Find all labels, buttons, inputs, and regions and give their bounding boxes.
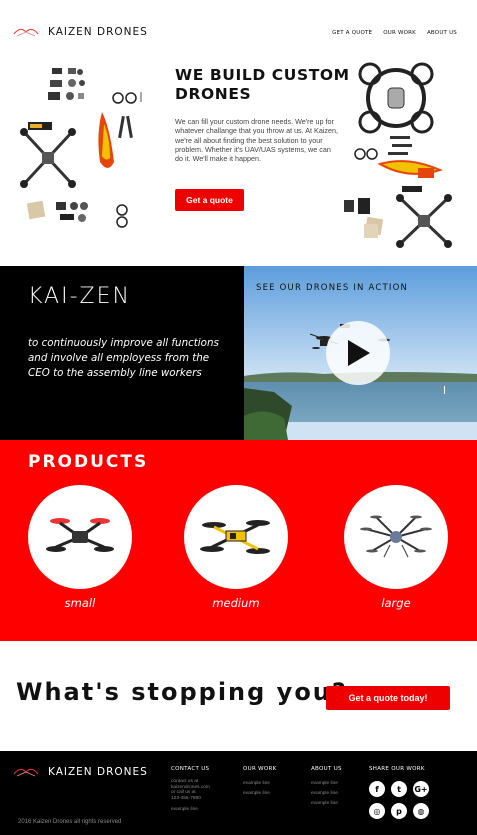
twitter-icon[interactable]: t: [391, 781, 407, 797]
footer-our-work-link[interactable]: example line: [243, 789, 277, 799]
pinterest-icon[interactable]: p: [391, 803, 407, 819]
footer-contact-link[interactable]: example line: [171, 805, 210, 815]
hero-description: We can fill your custom drone needs. We'…: [175, 117, 339, 164]
footer-share: SHARE OUR WORK: [369, 766, 425, 779]
copyright: 2016 Kaizen Drones all rights reserved: [18, 819, 122, 825]
kaizen-section: KAI-ZEN to continuously improve all func…: [0, 266, 244, 440]
product-large-label: large: [381, 596, 411, 610]
hero-title: WE BUILD CUSTOM DRONES: [175, 66, 350, 103]
medium-drone-image: [200, 520, 270, 554]
nav-get-a-quote[interactable]: GET A QUOTE: [332, 30, 372, 36]
nav-about-us[interactable]: ABOUT US: [427, 30, 457, 36]
product-large-card[interactable]: [344, 485, 448, 589]
drone-logo-icon: [13, 768, 39, 777]
get-a-quote-button[interactable]: Get a quote: [175, 189, 244, 211]
footer-logo[interactable]: KAIZEN DRONES: [12, 764, 148, 780]
footer-about-link[interactable]: example line: [311, 789, 342, 799]
large-drone-image: [360, 515, 432, 558]
kaizen-description: to continuously improve all functions an…: [28, 337, 219, 380]
drone-parts-image-left: [20, 68, 142, 228]
footer-about-link[interactable]: example line: [311, 799, 342, 809]
header: KAIZEN DRONES GET A QUOTE OUR WORK ABOUT…: [0, 0, 477, 62]
contact-line: 123-456-7890: [171, 795, 201, 801]
google-plus-icon[interactable]: G+: [413, 781, 429, 797]
products-section: PRODUCTS small medium large: [0, 440, 477, 641]
footer-about-link[interactable]: example line: [311, 779, 342, 789]
footer-brand-name: KAIZEN DRONES: [48, 766, 148, 778]
brand-name: KAIZEN DRONES: [48, 26, 148, 38]
get-a-quote-today-button[interactable]: Get a quote today!: [326, 686, 450, 710]
hero-section: WE BUILD CUSTOM DRONES We can fill your …: [0, 62, 477, 266]
dribbble-icon[interactable]: ◍: [413, 803, 429, 819]
footer-share-heading: SHARE OUR WORK: [369, 766, 425, 772]
footer-our-work-link[interactable]: example line: [243, 779, 277, 789]
product-small-label: small: [64, 596, 96, 610]
play-icon: [348, 340, 370, 366]
footer-about-heading: ABOUT US: [311, 766, 342, 772]
product-small-card[interactable]: [28, 485, 132, 589]
product-medium-label: medium: [212, 596, 260, 610]
video-section: SEE OUR DRONES IN ACTION: [244, 266, 477, 440]
footer-contact-heading: CONTACT US: [171, 766, 210, 772]
main-nav: GET A QUOTE OUR WORK ABOUT US: [332, 30, 457, 36]
small-drone-image: [46, 518, 114, 552]
cta-section: What's stopping you? Get a quote today!: [0, 641, 477, 751]
play-video-button[interactable]: [326, 321, 390, 385]
footer-our-work: OUR WORK example line example line: [243, 766, 277, 799]
footer-about: ABOUT US example line example line examp…: [311, 766, 342, 809]
footer: KAIZEN DRONES 2016 Kaizen Drones all rig…: [0, 751, 477, 835]
logo[interactable]: KAIZEN DRONES: [12, 24, 148, 40]
facebook-icon[interactable]: f: [369, 781, 385, 797]
products-title: PRODUCTS: [28, 452, 149, 472]
video-label: SEE OUR DRONES IN ACTION: [256, 283, 409, 293]
product-medium-card[interactable]: [184, 485, 288, 589]
nav-our-work[interactable]: OUR WORK: [383, 30, 416, 36]
kaizen-title: KAI-ZEN: [28, 284, 131, 309]
instagram-icon[interactable]: ◎: [369, 803, 385, 819]
footer-our-work-heading: OUR WORK: [243, 766, 277, 772]
social-icons: f t G+ ◎ p ◍: [369, 781, 429, 819]
drone-parts-image-right: [344, 62, 452, 248]
footer-contact: CONTACT US contact us at kaizendrones.co…: [171, 766, 210, 815]
cta-heading: What's stopping you?: [16, 678, 348, 706]
drone-logo-icon: [13, 28, 39, 37]
